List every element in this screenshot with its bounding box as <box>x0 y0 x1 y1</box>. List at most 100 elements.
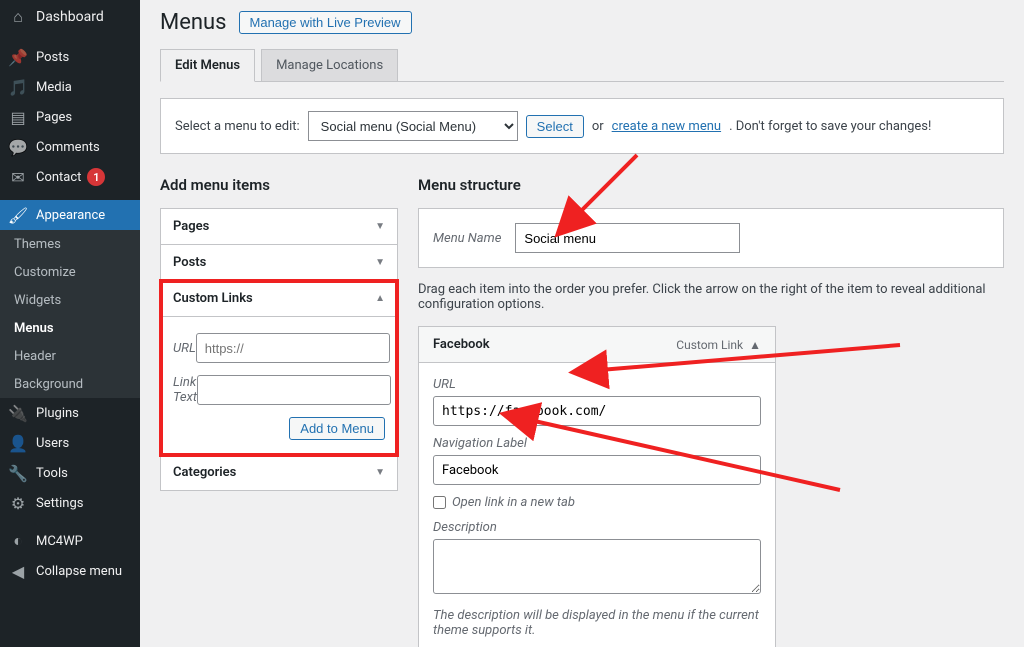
sidebar-sub-header[interactable]: Header <box>0 342 140 370</box>
sidebar-item-pages[interactable]: ▤Pages <box>0 102 140 132</box>
sidebar-item-label: Header <box>14 349 56 364</box>
sidebar-item-label: Posts <box>36 50 69 65</box>
item-url-input[interactable] <box>433 396 761 426</box>
sidebar-item-dashboard[interactable]: ⌂ Dashboard <box>0 0 140 34</box>
acc-label: Posts <box>173 255 206 270</box>
menu-item-body: URL Navigation Label Open link in a new … <box>419 363 775 647</box>
sidebar-item-mc4wp[interactable]: ◐ MC4WP <box>0 526 140 556</box>
description-textarea[interactable] <box>433 539 761 594</box>
media-icon: 🎵 <box>8 77 28 97</box>
item-url-label: URL <box>433 377 761 392</box>
mc4wp-icon: ◐ <box>8 531 28 551</box>
tab-manage-locations[interactable]: Manage Locations <box>261 49 398 81</box>
sidebar-item-label: Media <box>36 80 72 95</box>
chevron-up-icon: ▲ <box>375 293 385 304</box>
chevron-down-icon: ▼ <box>375 221 385 232</box>
acc-custom-links[interactable]: Custom Links ▲ <box>161 281 397 317</box>
acc-label: Categories <box>173 465 236 480</box>
menu-select[interactable]: Social menu (Social Menu) <box>308 111 518 141</box>
add-items-heading: Add menu items <box>160 176 398 194</box>
menu-select-bar: Select a menu to edit: Social menu (Soci… <box>160 98 1004 154</box>
acc-label: Custom Links <box>173 291 253 306</box>
create-menu-link[interactable]: create a new menu <box>612 119 721 134</box>
desc-label: Description <box>433 520 761 535</box>
users-icon: 👤 <box>8 433 28 453</box>
custom-link-url-input[interactable] <box>196 333 390 363</box>
sidebar-sub-customize[interactable]: Customize <box>0 258 140 286</box>
sidebar-submenu: Themes Customize Widgets Menus Header Ba… <box>0 230 140 398</box>
sidebar-item-contact[interactable]: ✉Contact1 <box>0 162 140 192</box>
sidebar-item-label: Themes <box>14 237 61 252</box>
tools-icon: 🔧 <box>8 463 28 483</box>
sidebar-item-label: Appearance <box>36 208 105 223</box>
comment-icon: 💬 <box>8 137 28 157</box>
main-content: Menus Manage with Live Preview Edit Menu… <box>140 0 1024 647</box>
chevron-down-icon: ▼ <box>375 257 385 268</box>
collapse-icon: ◀ <box>8 561 28 581</box>
sidebar-item-label: Dashboard <box>36 9 104 25</box>
sidebar-item-label: MC4WP <box>36 534 83 549</box>
save-hint: . Don't forget to save your changes! <box>729 119 931 134</box>
plugin-icon: 🔌 <box>8 403 28 423</box>
acc-label: Pages <box>173 219 209 234</box>
menu-item-header[interactable]: Facebook Custom Link ▲ <box>419 327 775 363</box>
sidebar-sub-widgets[interactable]: Widgets <box>0 286 140 314</box>
menu-structure-heading: Menu structure <box>418 176 1004 194</box>
sidebar-item-users[interactable]: 👤 Users <box>0 428 140 458</box>
desc-hint: The description will be displayed in the… <box>433 608 761 638</box>
linktext-label: Link Text <box>173 375 197 405</box>
sidebar-item-settings[interactable]: ⚙ Settings <box>0 488 140 518</box>
notification-badge: 1 <box>87 168 105 186</box>
menu-item-type: Custom Link <box>676 338 743 352</box>
sidebar-item-label: Comments <box>36 140 100 155</box>
sidebar-item-posts[interactable]: 📌 Posts <box>0 42 140 72</box>
sidebar-item-comments[interactable]: 💬 Comments <box>0 132 140 162</box>
sidebar-item-label: Customize <box>14 265 76 280</box>
dashboard-icon: ⌂ <box>8 7 28 27</box>
or-text: or <box>592 119 604 134</box>
nav-tabs: Edit Menus Manage Locations <box>160 49 1004 82</box>
sidebar-item-label: Users <box>36 436 69 451</box>
acc-pages[interactable]: Pages ▼ <box>161 209 397 245</box>
menu-item: Facebook Custom Link ▲ URL Navigation La… <box>418 326 776 647</box>
sidebar-item-plugins[interactable]: 🔌Plugins <box>0 398 140 428</box>
nav-label-input[interactable] <box>433 455 761 485</box>
admin-sidebar: ⌂ Dashboard 📌 Posts 🎵 Media ▤Pages 💬 Comment… <box>0 0 140 647</box>
sidebar-item-label: Menus <box>14 321 54 336</box>
sidebar-sub-menus[interactable]: Menus <box>0 314 140 342</box>
sidebar-sub-background[interactable]: Background <box>0 370 140 398</box>
acc-posts[interactable]: Posts ▼ <box>161 245 397 281</box>
sidebar-item-appearance[interactable]: 🖌 Appearance <box>0 200 140 230</box>
add-to-menu-button[interactable]: Add to Menu <box>289 417 385 440</box>
sidebar-item-label: Widgets <box>14 293 61 308</box>
menu-name-label: Menu Name <box>433 231 501 246</box>
sidebar-item-label: Background <box>14 377 83 392</box>
menu-item-title: Facebook <box>433 337 490 352</box>
menu-name-row: Menu Name <box>418 208 1004 268</box>
tab-edit-menus[interactable]: Edit Menus <box>160 49 255 82</box>
pin-icon: 📌 <box>8 47 28 67</box>
select-label: Select a menu to edit: <box>175 119 300 134</box>
sidebar-item-label: Settings <box>36 496 83 511</box>
accordion: Pages ▼ Posts ▼ Custom Links ▲ URL Link Tex… <box>160 208 398 491</box>
settings-icon: ⚙ <box>8 493 28 513</box>
drag-note: Drag each item into the order you prefer… <box>418 282 1004 312</box>
nav-label: Navigation Label <box>433 436 761 451</box>
page-title: Menus <box>160 10 227 35</box>
sidebar-sub-themes[interactable]: Themes <box>0 230 140 258</box>
custom-links-body: URL Link Text Add to Menu <box>161 317 397 455</box>
select-button[interactable]: Select <box>526 115 584 138</box>
sidebar-item-media[interactable]: 🎵 Media <box>0 72 140 102</box>
custom-link-text-input[interactable] <box>197 375 391 405</box>
new-tab-checkbox[interactable] <box>433 496 446 509</box>
new-tab-label: Open link in a new tab <box>452 495 575 510</box>
chevron-up-icon: ▲ <box>749 338 761 352</box>
sidebar-item-label: Contact <box>36 170 81 185</box>
menu-name-input[interactable] <box>515 223 740 253</box>
sidebar-item-tools[interactable]: 🔧Tools <box>0 458 140 488</box>
sidebar-collapse[interactable]: ◀ Collapse menu <box>0 556 140 586</box>
live-preview-button[interactable]: Manage with Live Preview <box>239 11 412 34</box>
sidebar-item-label: Collapse menu <box>36 564 122 579</box>
brush-icon: 🖌 <box>8 205 28 225</box>
acc-categories[interactable]: Categories▼ <box>161 455 397 490</box>
